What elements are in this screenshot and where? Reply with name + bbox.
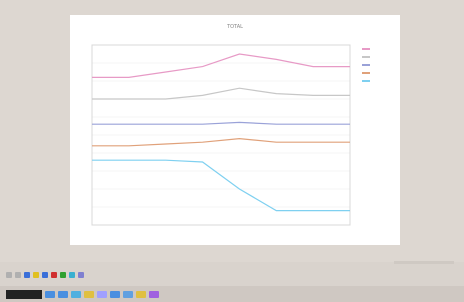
legend-swatch	[362, 56, 370, 58]
taskbar-app-icon[interactable]	[110, 290, 120, 298]
legend-swatch	[362, 48, 370, 50]
toolbar-button[interactable]	[60, 272, 66, 278]
toolbar-button[interactable]	[51, 272, 57, 278]
toolbar-button[interactable]	[42, 272, 48, 278]
legend-swatch	[362, 80, 370, 82]
application-window: TOTAL	[0, 0, 464, 262]
legend-item	[362, 77, 392, 85]
toolbar-button[interactable]	[33, 272, 39, 278]
taskbar	[0, 286, 464, 302]
series-line-5	[92, 159, 350, 212]
toolbar-button[interactable]	[78, 272, 84, 278]
taskbar-app-icon[interactable]	[45, 290, 55, 298]
legend-item	[362, 53, 392, 61]
legend-swatch	[362, 64, 370, 66]
legend-item	[362, 61, 392, 69]
taskbar-app-icon[interactable]	[97, 290, 107, 298]
line-chart	[91, 44, 351, 226]
taskbar-app-icon[interactable]	[123, 290, 133, 298]
legend-swatch	[362, 72, 370, 74]
toolbar-button[interactable]	[6, 272, 12, 278]
chart-frame: TOTAL	[70, 15, 400, 245]
chart-legend	[362, 45, 392, 235]
taskbar-app-icon[interactable]	[149, 290, 159, 298]
legend-item	[362, 45, 392, 53]
series-line-1	[92, 53, 350, 79]
series-line-3	[92, 121, 350, 125]
legend-item	[362, 69, 392, 77]
series-line-4	[92, 137, 350, 147]
toolbar-button[interactable]	[24, 272, 30, 278]
taskbar-app-icon[interactable]	[58, 290, 68, 298]
start-button[interactable]	[6, 289, 42, 299]
toolbar-button[interactable]	[15, 272, 21, 278]
series-line-2	[92, 87, 350, 100]
horizontal-scrollbar[interactable]	[394, 261, 454, 264]
bottom-toolbar	[0, 268, 464, 282]
taskbar-app-icon[interactable]	[71, 290, 81, 298]
taskbar-app-icon[interactable]	[136, 290, 146, 298]
toolbar-button[interactable]	[69, 272, 75, 278]
taskbar-app-icon[interactable]	[84, 290, 94, 298]
status-bar	[0, 258, 464, 268]
